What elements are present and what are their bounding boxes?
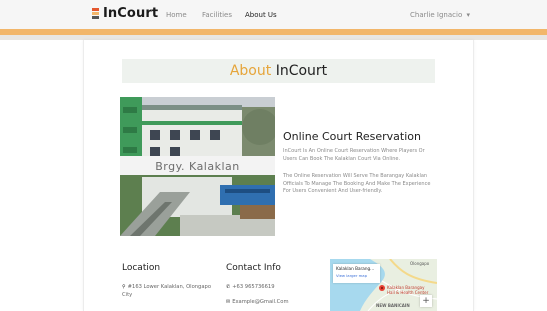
user-name: Charlie Ignacio bbox=[410, 11, 463, 19]
envelope-icon: ✉ bbox=[226, 299, 231, 305]
location-title: Location bbox=[122, 263, 161, 273]
zoom-in-button[interactable]: + bbox=[420, 295, 432, 307]
user-menu-dropdown[interactable]: Charlie Ignacio ▾ bbox=[410, 11, 470, 19]
view-larger-map-link[interactable]: View larger map bbox=[336, 273, 377, 278]
photo-caption: Brgy. Kalaklan bbox=[155, 160, 240, 173]
text-line: Users Can Book The Kalaklan Court Via On… bbox=[283, 155, 401, 162]
map-popup-title: Kalaklan Barang... bbox=[336, 266, 375, 271]
chevron-down-icon: ▾ bbox=[466, 11, 470, 19]
text-line: InCourt Is An Online Court Reservation W… bbox=[283, 148, 425, 154]
brand[interactable]: InCourt bbox=[92, 6, 158, 21]
map-marker-icon: ⚲ bbox=[122, 284, 126, 290]
reservation-paragraph-1: InCourt Is An Online Court Reservation W… bbox=[283, 148, 443, 163]
nav-link-home[interactable]: Home bbox=[166, 11, 187, 19]
map-marker-label: Kalaklan Barangay Hall & Health Center bbox=[387, 285, 428, 295]
section-title-reservation: Online Court Reservation bbox=[283, 130, 421, 143]
contact-phone[interactable]: ✆ +63 965736619 bbox=[226, 283, 275, 291]
address-line: City bbox=[122, 292, 133, 298]
map-city-label: Olongapo bbox=[410, 261, 430, 266]
brand-name: InCourt bbox=[103, 6, 159, 21]
navbar: InCourt Home Facilities About Us Charlie… bbox=[0, 0, 547, 29]
text-line: Officials To Manage The Booking And Make… bbox=[283, 180, 431, 187]
embedded-map[interactable]: Kalaklan Barang... View larger map Olong… bbox=[330, 259, 437, 311]
contact-title: Contact Info bbox=[226, 263, 281, 273]
text-line: The Online Reservation Will Serve The Ba… bbox=[283, 173, 428, 179]
address-line: #163 Lower Kalaklan, Olongapo bbox=[127, 284, 212, 290]
nav-link-facilities[interactable]: Facilities bbox=[202, 11, 232, 19]
nav-link-about-us[interactable]: About Us bbox=[245, 11, 277, 19]
incourt-logo-icon bbox=[92, 7, 99, 20]
map-info-popup: Kalaklan Barang... View larger map bbox=[333, 264, 380, 283]
email-address: Example@Gmail.Com bbox=[232, 299, 289, 305]
page-title-rest: InCourt bbox=[275, 63, 328, 79]
reservation-paragraph-2: The Online Reservation Will Serve The Ba… bbox=[283, 173, 443, 196]
page-title-accent: About bbox=[229, 63, 272, 79]
location-address: ⚲ #163 Lower Kalaklan, Olongapo City bbox=[122, 283, 222, 299]
page-title: About InCourt bbox=[122, 59, 435, 83]
contact-email[interactable]: ✉ Example@Gmail.Com bbox=[226, 298, 289, 306]
phone-number: +63 965736619 bbox=[232, 284, 275, 290]
phone-icon: ✆ bbox=[226, 284, 231, 290]
text-line: For Users Convenient And User-friendly. bbox=[283, 188, 383, 195]
map-area-label: NEW BANICAIN bbox=[376, 303, 410, 308]
